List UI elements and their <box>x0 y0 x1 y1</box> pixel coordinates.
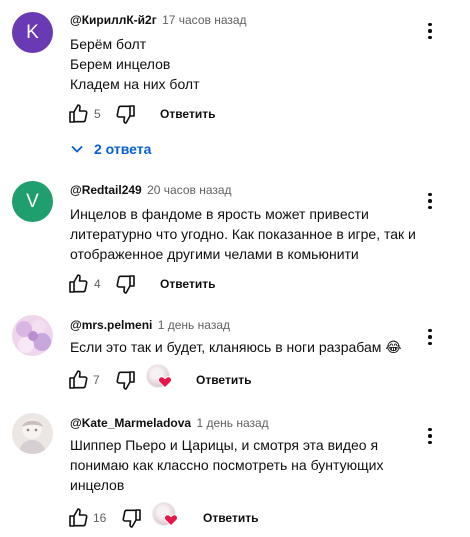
avatar[interactable]: V <box>12 181 53 222</box>
like-count: 16 <box>93 511 107 525</box>
creator-heart-badge <box>146 364 172 390</box>
like-count: 4 <box>94 277 101 291</box>
thumb-down-icon[interactable] <box>120 506 144 530</box>
comment-author[interactable]: @Redtail249 <box>70 183 142 197</box>
like-count: 5 <box>94 107 101 121</box>
reply-button[interactable]: Ответить <box>160 106 215 122</box>
comment-header: @Redtail249 20 часов назад <box>70 183 232 197</box>
thumb-up-icon[interactable] <box>66 272 90 296</box>
comment-actions: 7 Ответить <box>66 364 426 392</box>
more-actions-icon[interactable] <box>424 425 436 447</box>
thumb-up-icon[interactable] <box>66 506 90 530</box>
heart-icon <box>158 376 172 388</box>
avatar[interactable] <box>12 315 53 356</box>
avatar[interactable]: K <box>12 12 53 53</box>
avatar-letter: V <box>26 190 39 212</box>
like-count: 7 <box>93 373 100 387</box>
thumb-down-icon[interactable] <box>114 368 138 392</box>
avatar-image <box>12 315 53 356</box>
thumb-down-icon[interactable] <box>114 272 138 296</box>
comment-author[interactable]: @Kate_Marmeladova <box>70 416 191 430</box>
comment-actions: 16 Ответить <box>66 502 426 530</box>
comment-text: Если это так и будет, кланяюсь в ноги ра… <box>70 339 402 355</box>
view-replies-label: 2 ответа <box>94 141 152 157</box>
heart-icon <box>164 514 178 526</box>
reply-button[interactable]: Ответить <box>196 372 251 388</box>
thumb-down-icon[interactable] <box>114 102 138 126</box>
comment-author[interactable]: @mrs.pelmeni <box>70 318 152 332</box>
comment-header: @mrs.pelmeni 1 день назад <box>70 318 230 332</box>
chevron-down-icon <box>71 145 83 153</box>
creator-heart-badge <box>152 502 178 528</box>
comment-time[interactable]: 1 день назад <box>196 416 268 430</box>
avatar[interactable] <box>12 413 53 454</box>
comment-time[interactable]: 1 день назад <box>158 318 230 332</box>
comment-header: @КириллК-й2г 17 часов назад <box>70 13 247 27</box>
thumb-up-icon[interactable] <box>66 368 90 392</box>
avatar-letter: K <box>26 21 39 43</box>
comment-actions: 5 Ответить <box>66 102 426 126</box>
comment-time[interactable]: 20 часов назад <box>147 183 231 197</box>
comment-actions: 4 Ответить <box>66 272 426 296</box>
comment-text: Шиппер Пьеро и Царицы, и смотря эта виде… <box>70 437 384 493</box>
comment-header: @Kate_Marmeladova 1 день назад <box>70 416 269 430</box>
thumb-up-icon[interactable] <box>66 102 90 126</box>
reply-button[interactable]: Ответить <box>203 510 258 526</box>
avatar-image <box>12 413 53 454</box>
comment-author[interactable]: @КириллК-й2г <box>70 13 157 27</box>
view-replies-button[interactable]: 2 ответа <box>70 139 151 159</box>
reply-button[interactable]: Ответить <box>160 276 215 292</box>
comment-text: Берём болт Берем инцелов Кладем на них б… <box>70 36 200 92</box>
comment-time[interactable]: 17 часов назад <box>162 13 246 27</box>
comment-text: Инцелов в фандоме в ярость может привест… <box>70 206 416 262</box>
more-actions-icon[interactable] <box>424 326 436 348</box>
more-actions-icon[interactable] <box>424 190 436 212</box>
more-actions-icon[interactable] <box>424 20 436 42</box>
